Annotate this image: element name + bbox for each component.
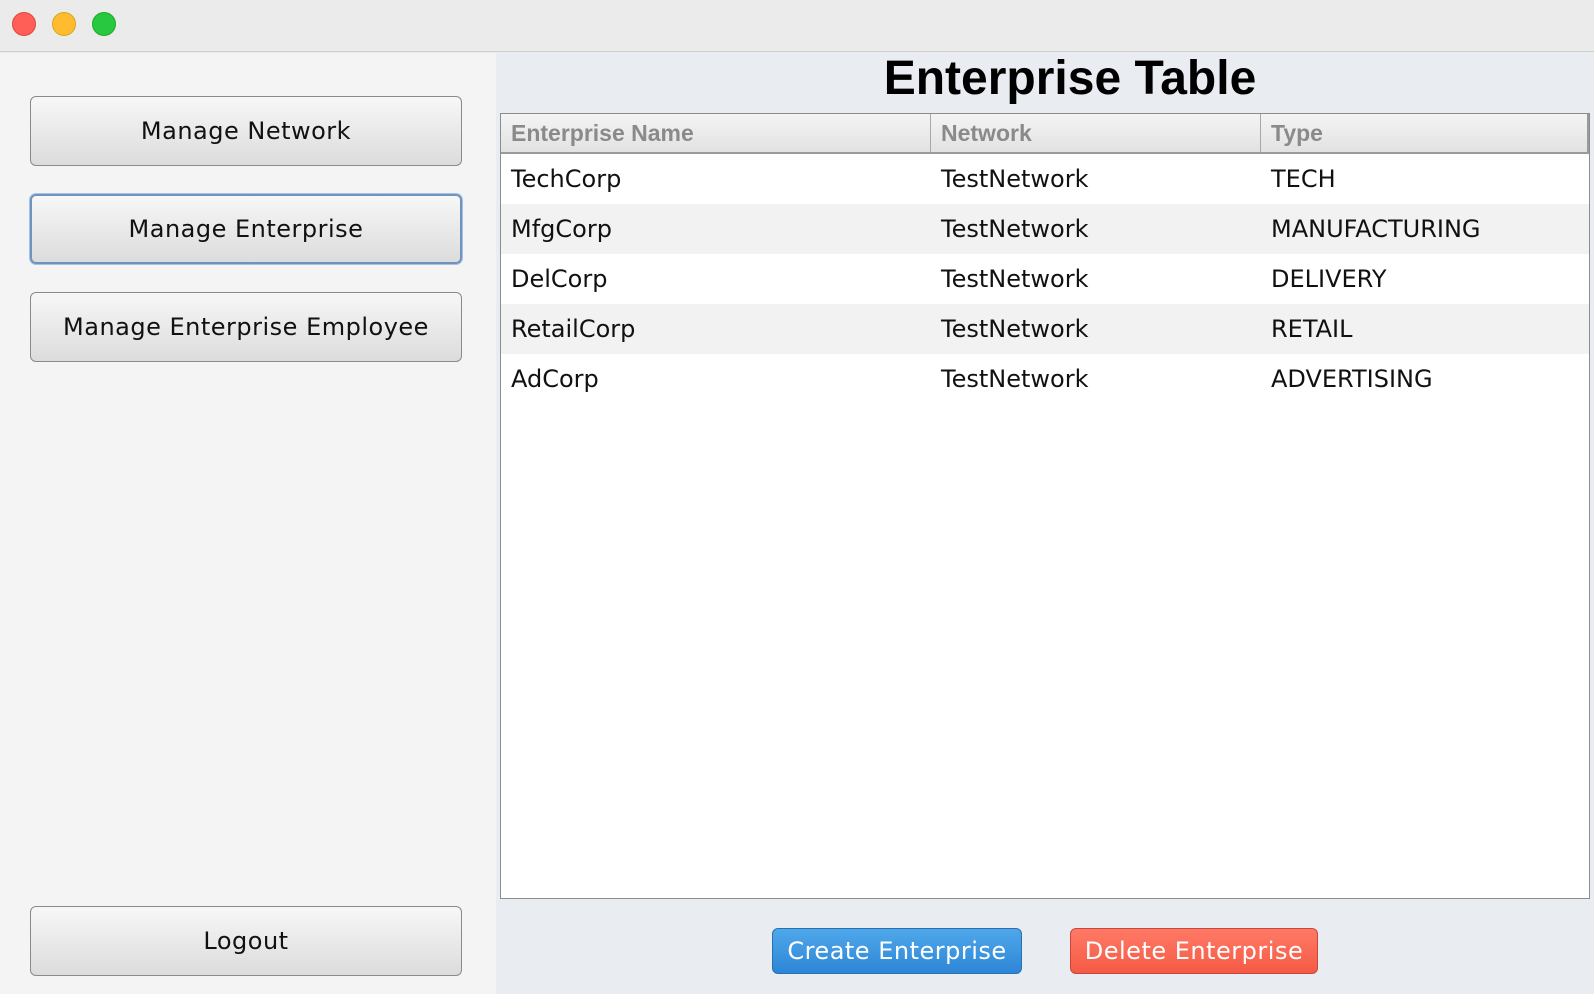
cell-type[interactable]: DELIVERY [1261,254,1589,304]
cell-type[interactable]: ADVERTISING [1261,354,1589,404]
cell-network[interactable]: TestNetwork [931,254,1261,304]
table-row[interactable]: TechCorp TestNetwork TECH [501,154,1589,204]
cell-type[interactable]: MANUFACTURING [1261,204,1589,254]
maximize-window-icon[interactable] [92,12,116,36]
enterprise-table[interactable]: Enterprise Name Network Type TechCorp Te… [500,113,1590,899]
manage-enterprise-button[interactable]: Manage Enterprise [30,194,462,264]
cell-network[interactable]: TestNetwork [931,354,1261,404]
table-row[interactable]: DelCorp TestNetwork DELIVERY [501,254,1589,304]
main-panel: Enterprise Table Enterprise Name Network… [496,53,1594,994]
column-header-network[interactable]: Network [931,114,1261,152]
table-row[interactable]: AdCorp TestNetwork ADVERTISING [501,354,1589,404]
cell-network[interactable]: TestNetwork [931,304,1261,354]
cell-network[interactable]: TestNetwork [931,204,1261,254]
cell-type[interactable]: TECH [1261,154,1589,204]
close-window-icon[interactable] [12,12,36,36]
table-body: TechCorp TestNetwork TECH MfgCorp TestNe… [501,154,1589,404]
cell-enterprise-name[interactable]: TechCorp [501,154,931,204]
cell-enterprise-name[interactable]: RetailCorp [501,304,931,354]
delete-enterprise-button[interactable]: Delete Enterprise [1070,928,1318,974]
cell-type[interactable]: RETAIL [1261,304,1589,354]
column-header-type[interactable]: Type [1261,114,1589,152]
window-titlebar [0,0,1594,52]
cell-enterprise-name[interactable]: DelCorp [501,254,931,304]
manage-enterprise-employee-button[interactable]: Manage Enterprise Employee [30,292,462,362]
minimize-window-icon[interactable] [52,12,76,36]
table-row[interactable]: MfgCorp TestNetwork MANUFACTURING [501,204,1589,254]
cell-network[interactable]: TestNetwork [931,154,1261,204]
sidebar: Manage Network Manage Enterprise Manage … [0,53,496,994]
cell-enterprise-name[interactable]: MfgCorp [501,204,931,254]
logout-button[interactable]: Logout [30,906,462,976]
create-enterprise-button[interactable]: Create Enterprise [772,928,1022,974]
column-header-enterprise-name[interactable]: Enterprise Name [501,114,931,152]
table-row[interactable]: RetailCorp TestNetwork RETAIL [501,304,1589,354]
cell-enterprise-name[interactable]: AdCorp [501,354,931,404]
table-header: Enterprise Name Network Type [501,114,1589,154]
page-title: Enterprise Table [883,52,1257,105]
manage-network-button[interactable]: Manage Network [30,96,462,166]
